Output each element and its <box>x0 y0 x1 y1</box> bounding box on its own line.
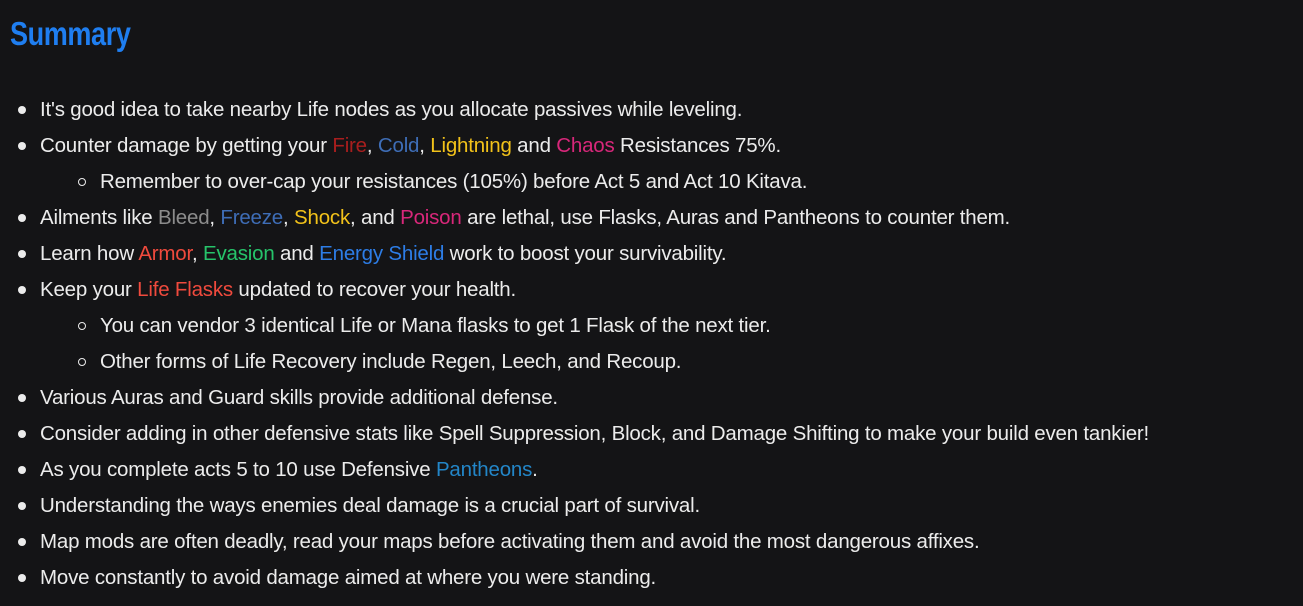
list-item: It's good idea to take nearby Life nodes… <box>0 92 1303 128</box>
bullet-disc-icon <box>18 394 26 402</box>
list-item: As you complete acts 5 to 10 use Defensi… <box>0 452 1303 488</box>
summary-section: Summary It's good idea to take nearby Li… <box>0 0 1303 606</box>
bullet-disc-icon <box>18 466 26 474</box>
sub-list-item: Other forms of Life Recovery include Reg… <box>0 344 1303 380</box>
text-segment: Consider adding in other defensive stats… <box>40 422 1150 445</box>
highlight-term: Evasion <box>203 242 275 265</box>
highlight-term: Armor <box>138 242 192 265</box>
highlight-term: Shock <box>294 206 350 229</box>
bullet-disc-icon <box>18 214 26 222</box>
text-segment: , <box>419 134 431 157</box>
summary-title: Summary <box>10 15 131 52</box>
list-item: Map mods are often deadly, read your map… <box>0 524 1303 560</box>
text-segment: Learn how <box>40 242 139 265</box>
text-segment: Map mods are often deadly, read your map… <box>40 530 980 553</box>
bullet-disc-icon <box>18 286 26 294</box>
text-segment: It's good idea to take nearby Life nodes… <box>40 98 743 121</box>
text-segment: updated to recover your health. <box>232 278 516 301</box>
list-item: Learn how Armor, Evasion and Energy Shie… <box>0 236 1303 272</box>
highlight-term: Fire <box>332 134 367 157</box>
sub-list-item: You can vendor 3 identical Life or Mana … <box>0 308 1303 344</box>
highlight-term: Cold <box>377 134 420 157</box>
text-segment: , and <box>350 206 401 229</box>
text-segment: Resistances 75%. <box>614 134 781 157</box>
text-segment: are lethal, use Flasks, Auras and Panthe… <box>461 206 1011 229</box>
text-segment: and <box>274 242 320 265</box>
text-segment: work to boost your survivability. <box>444 242 727 265</box>
highlight-term: Energy Shield <box>319 242 445 265</box>
text-segment: Other forms of Life Recovery include Reg… <box>100 350 682 373</box>
bullet-disc-icon <box>18 430 26 438</box>
bullet-disc-icon <box>18 502 26 510</box>
list-item: Various Auras and Guard skills provide a… <box>0 380 1303 416</box>
bullet-disc-icon <box>18 538 26 546</box>
list-item: Counter damage by getting your Fire, Col… <box>0 128 1303 164</box>
text-segment: Remember to over-cap your resistances (1… <box>100 170 808 193</box>
text-segment: Understanding the ways enemies deal dama… <box>40 494 700 517</box>
text-segment: and <box>511 134 557 157</box>
text-segment: Ailments like <box>40 206 158 229</box>
text-segment: Keep your <box>40 278 138 301</box>
highlight-term: Pantheons <box>435 458 533 481</box>
text-segment: , <box>209 206 221 229</box>
text-segment: , <box>192 242 203 265</box>
highlight-term: Chaos <box>556 134 615 157</box>
text-segment: As you complete acts 5 to 10 use Defensi… <box>40 458 436 481</box>
highlight-term: Poison <box>400 206 462 229</box>
list-item: Keep your Life Flasks updated to recover… <box>0 272 1303 308</box>
bullet-circle-icon <box>78 178 86 186</box>
text-segment: Move constantly to avoid damage aimed at… <box>40 566 657 589</box>
text-segment: , <box>366 134 378 157</box>
bullet-disc-icon <box>18 250 26 258</box>
highlight-term: Freeze <box>220 206 284 229</box>
bullet-circle-icon <box>78 322 86 330</box>
bullet-disc-icon <box>18 106 26 114</box>
summary-list: It's good idea to take nearby Life nodes… <box>0 92 1303 596</box>
text-segment: . <box>532 458 538 481</box>
highlight-term: Bleed <box>157 206 210 229</box>
sub-list-item: Remember to over-cap your resistances (1… <box>0 164 1303 200</box>
text-segment: You can vendor 3 identical Life or Mana … <box>100 314 771 337</box>
list-item: Consider adding in other defensive stats… <box>0 416 1303 452</box>
list-item: Move constantly to avoid damage aimed at… <box>0 560 1303 596</box>
bullet-circle-icon <box>78 358 86 366</box>
bullet-disc-icon <box>18 142 26 150</box>
list-item: Ailments like Bleed, Freeze, Shock, and … <box>0 200 1303 236</box>
text-segment: Counter damage by getting your <box>40 134 333 157</box>
highlight-term: Lightning <box>430 134 512 157</box>
text-segment: Various Auras and Guard skills provide a… <box>40 386 558 409</box>
list-item: Understanding the ways enemies deal dama… <box>0 488 1303 524</box>
highlight-term: Life Flasks <box>137 278 233 301</box>
text-segment: , <box>283 206 295 229</box>
bullet-disc-icon <box>18 574 26 582</box>
